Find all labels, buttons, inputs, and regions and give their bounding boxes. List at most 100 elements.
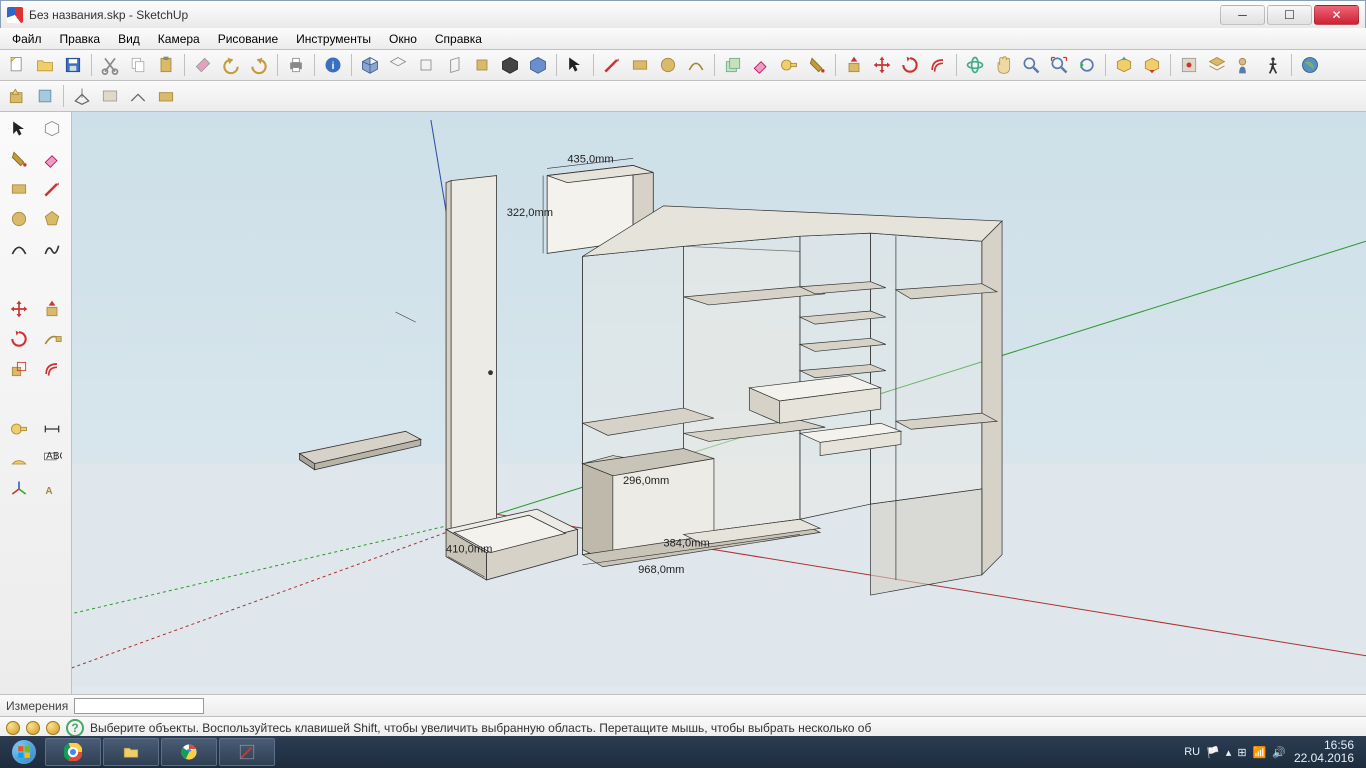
paintbucket-icon[interactable] <box>4 146 34 172</box>
pushpull-icon[interactable] <box>37 296 67 322</box>
erase-icon[interactable] <box>190 52 216 78</box>
geo-status-icon[interactable] <box>6 721 20 735</box>
component-icon[interactable] <box>37 116 67 142</box>
top-view-icon[interactable] <box>385 52 411 78</box>
iso-icon[interactable] <box>357 52 383 78</box>
redo-icon[interactable] <box>246 52 272 78</box>
eraser-icon[interactable] <box>37 146 67 172</box>
measurements-input[interactable] <box>74 698 204 714</box>
protractor-icon[interactable] <box>4 446 34 472</box>
minimize-button[interactable]: ─ <box>1220 5 1265 25</box>
dc-options-icon[interactable] <box>32 83 58 109</box>
task-sketchup-icon[interactable] <box>219 738 275 766</box>
select-icon[interactable] <box>4 116 34 142</box>
axes-icon[interactable] <box>4 476 34 502</box>
add-location-icon[interactable] <box>1297 52 1323 78</box>
clock[interactable]: 16:56 22.04.2016 <box>1294 739 1354 765</box>
move-tool-icon[interactable] <box>869 52 895 78</box>
undo-icon[interactable] <box>218 52 244 78</box>
extensions-icon[interactable] <box>1176 52 1202 78</box>
model-info-icon[interactable]: i <box>320 52 346 78</box>
volume-icon[interactable]: 🔊 <box>1272 746 1286 759</box>
task-chrome2-icon[interactable] <box>161 738 217 766</box>
dynamic-component-icon[interactable] <box>4 83 30 109</box>
help-icon[interactable]: ? <box>66 719 84 737</box>
walk-tool-icon[interactable] <box>1260 52 1286 78</box>
pushpull-tool-icon[interactable] <box>841 52 867 78</box>
menu-tools[interactable]: Инструменты <box>288 30 379 48</box>
polygon-icon[interactable] <box>37 206 67 232</box>
network-icon[interactable]: 📶 <box>1253 746 1267 759</box>
cut-icon[interactable] <box>97 52 123 78</box>
pencil-icon[interactable] <box>37 176 67 202</box>
tape-icon[interactable] <box>4 416 34 442</box>
start-button[interactable] <box>4 738 44 766</box>
close-button[interactable]: ✕ <box>1314 5 1359 25</box>
new-file-icon[interactable] <box>4 52 30 78</box>
layers-icon[interactable] <box>1204 52 1230 78</box>
get-models-icon[interactable] <box>1111 52 1137 78</box>
right-view-icon[interactable] <box>441 52 467 78</box>
select-tool-icon[interactable] <box>562 52 588 78</box>
circle-tool-icon[interactable] <box>655 52 681 78</box>
menu-help[interactable]: Справка <box>427 30 490 48</box>
menu-file[interactable]: Файл <box>4 30 50 48</box>
flag-icon[interactable]: 🏳️ <box>1206 746 1220 759</box>
tape-tool-icon[interactable] <box>776 52 802 78</box>
rotate-tool-icon[interactable] <box>897 52 923 78</box>
arc-tool-icon[interactable] <box>683 52 709 78</box>
menu-camera[interactable]: Камера <box>150 30 208 48</box>
text-icon[interactable]: ABC <box>37 446 67 472</box>
zoom-tool-icon[interactable] <box>1018 52 1044 78</box>
section-cut-icon[interactable] <box>125 83 151 109</box>
save-file-icon[interactable] <box>60 52 86 78</box>
paint-tool-icon[interactable] <box>804 52 830 78</box>
print-icon[interactable] <box>283 52 309 78</box>
maximize-button[interactable]: ☐ <box>1267 5 1312 25</box>
eraser-tool-icon[interactable] <box>748 52 774 78</box>
pan-tool-icon[interactable] <box>990 52 1016 78</box>
offset-icon[interactable] <box>37 356 67 382</box>
section-fill-icon[interactable] <box>153 83 179 109</box>
viewport[interactable]: 435,0mm 322,0mm <box>72 112 1366 694</box>
language-indicator[interactable]: RU <box>1184 746 1200 758</box>
move-icon[interactable] <box>4 296 34 322</box>
left-view-icon[interactable] <box>497 52 523 78</box>
make-component-icon[interactable] <box>720 52 746 78</box>
task-explorer-icon[interactable] <box>103 738 159 766</box>
offset-tool-icon[interactable] <box>925 52 951 78</box>
menu-draw[interactable]: Рисование <box>210 30 286 48</box>
open-file-icon[interactable] <box>32 52 58 78</box>
rotate-icon[interactable] <box>4 326 34 352</box>
section-plane-icon[interactable] <box>69 83 95 109</box>
freehand-icon[interactable] <box>37 236 67 262</box>
circle-icon[interactable] <box>4 206 34 232</box>
dimension-icon[interactable] <box>37 416 67 442</box>
scale-icon[interactable] <box>4 356 34 382</box>
line-tool-icon[interactable] <box>599 52 625 78</box>
menu-view[interactable]: Вид <box>110 30 148 48</box>
menu-window[interactable]: Окно <box>381 30 425 48</box>
credits-status-icon[interactable] <box>26 721 40 735</box>
followme-icon[interactable] <box>37 326 67 352</box>
3dtext-icon[interactable]: A <box>37 476 67 502</box>
zoom-extents-icon[interactable] <box>1046 52 1072 78</box>
zoom-previous-icon[interactable] <box>1074 52 1100 78</box>
share-model-icon[interactable] <box>1139 52 1165 78</box>
arc-icon[interactable] <box>4 236 34 262</box>
menu-edit[interactable]: Правка <box>52 30 109 48</box>
rectangle-icon[interactable] <box>4 176 34 202</box>
claim-status-icon[interactable] <box>46 721 60 735</box>
front-view-icon[interactable] <box>413 52 439 78</box>
task-chrome-icon[interactable] <box>45 738 101 766</box>
paste-icon[interactable] <box>153 52 179 78</box>
bottom-view-icon[interactable] <box>525 52 551 78</box>
tray-chevron-icon[interactable]: ▴ <box>1226 746 1232 759</box>
position-camera-icon[interactable] <box>1232 52 1258 78</box>
section-display-icon[interactable] <box>97 83 123 109</box>
back-view-icon[interactable] <box>469 52 495 78</box>
rectangle-tool-icon[interactable] <box>627 52 653 78</box>
action-center-icon[interactable]: ⊞ <box>1237 746 1246 759</box>
orbit-tool-icon[interactable] <box>962 52 988 78</box>
copy-icon[interactable] <box>125 52 151 78</box>
